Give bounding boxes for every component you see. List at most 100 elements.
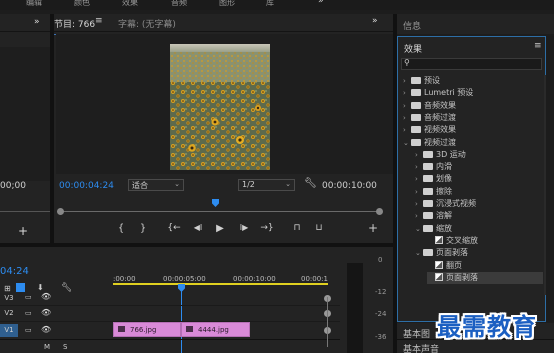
tab-program[interactable]: 节目: 766 [54, 17, 95, 30]
eye-icon[interactable]: 👁︎ [41, 308, 51, 317]
menu-edit[interactable]: 编辑 [26, 0, 42, 8]
scrub-start-handle[interactable] [57, 208, 64, 215]
scrub-end-handle[interactable] [376, 208, 383, 215]
menu-library[interactable]: 库 [266, 0, 274, 8]
effects-tree-item[interactable]: › 划像 [415, 173, 452, 185]
effects-tree-item[interactable]: 交叉缩放 [427, 235, 478, 247]
timeline-playhead-line [181, 284, 182, 353]
effects-tree: › 预设 › Lumetri 预设 › 音频效果 › 音频过渡 › 视频效果 ⌄ 视频过渡 › 3D 运动… [398, 75, 545, 297]
extract-icon[interactable]: ⊔︎ [312, 223, 326, 233]
chevron-right-icon[interactable]: › [415, 188, 423, 196]
chevron-right-icon[interactable]: › [403, 114, 411, 122]
zoom-level-select[interactable]: 适合 ⌄ [128, 179, 184, 191]
snap-icon[interactable] [16, 283, 25, 292]
ruler-tick-2: 00:00:10:00 [233, 275, 276, 283]
solo-button[interactable]: S [63, 343, 67, 351]
lift-icon[interactable]: ⊓︎ [290, 223, 304, 233]
eye-icon[interactable]: 👁︎ [41, 325, 51, 334]
menu-color[interactable]: 颜色 [74, 0, 90, 8]
chevron-right-icon[interactable]: › [403, 102, 411, 110]
effects-tree-item[interactable]: › 预设 [403, 75, 440, 87]
effects-title[interactable]: 效果 [404, 42, 422, 55]
track-output-icon[interactable]: ▭ [25, 293, 32, 301]
program-add-button[interactable]: + [366, 221, 380, 235]
effects-tree-item[interactable]: › 沉浸式视频 [415, 198, 476, 210]
effects-tree-item[interactable]: › 3D 运动 [415, 149, 466, 161]
search-icon: ⚲ [404, 58, 410, 67]
track-output-icon[interactable]: ▭ [25, 326, 32, 334]
wrench-icon[interactable]: 🔧︎ [61, 283, 72, 293]
chevron-right-icon[interactable]: › [415, 175, 423, 183]
track-v3-label[interactable]: V3 [0, 292, 18, 305]
track-v1-label[interactable]: V1 [0, 324, 18, 337]
clip-4444[interactable]: 4444.jpg [181, 322, 250, 337]
program-current-timecode[interactable]: 00:00:04:24 [59, 181, 114, 191]
tab-menu-icon[interactable]: ≡ [95, 16, 103, 26]
chevron-right-icon[interactable]: › [403, 89, 411, 97]
chevron-right-icon[interactable]: › [403, 126, 411, 134]
chevron-right-icon[interactable]: › [403, 77, 411, 85]
mute-button[interactable]: M [44, 343, 50, 351]
clip-766[interactable]: 766.jpg [113, 322, 181, 337]
timeline-panel: 04:24 :00:00 00:00:05:00 00:00:10:00 00:… [0, 247, 340, 353]
vertical-scrollbar[interactable] [327, 297, 328, 347]
effects-panel: 效果 ≡ ⚲ › 预设 › Lumetri 预设 › 音频效果 › 音频过渡 › 视频效果 ⌄ 视频过… [397, 36, 546, 322]
eye-icon[interactable]: 👁︎ [41, 292, 51, 301]
go-to-out-button[interactable]: →} [260, 223, 274, 233]
wrench-icon[interactable]: 🔧︎ [304, 178, 317, 189]
folder-icon [423, 224, 433, 232]
more-workspaces-icon[interactable]: » [318, 0, 324, 6]
clip-name: 766.jpg [130, 326, 157, 334]
effects-tree-item[interactable]: › 内滑 [415, 161, 452, 173]
transition-icon [435, 260, 443, 269]
chevron-right-icon[interactable]: › [415, 151, 423, 159]
chevron-down-icon[interactable]: ⌄ [415, 249, 423, 257]
chevron-down-icon: ⌄ [174, 180, 180, 188]
timeline-timecode[interactable]: 04:24 [0, 266, 29, 277]
source-add-button[interactable]: + [18, 224, 28, 238]
chevron-right-icon[interactable]: › [415, 212, 423, 220]
sunflower-field-image [170, 44, 270, 170]
effects-tree-item[interactable]: › 溶解 [415, 210, 452, 222]
play-button[interactable]: ▶ [213, 223, 227, 234]
source-scrub-bar[interactable] [0, 211, 50, 212]
effects-tree-item[interactable]: ⌄ 视频过渡 [403, 137, 456, 149]
track-output-icon[interactable]: ▭ [25, 309, 32, 317]
chevron-right-icon[interactable]: › [415, 200, 423, 208]
effects-tree-item[interactable]: 页面剥落 [427, 271, 543, 284]
tab-captions[interactable]: 字幕: (无字幕) [118, 17, 176, 30]
panel-menu-icon[interactable]: ≡ [534, 41, 542, 51]
effects-tree-item[interactable]: › 音频效果 [403, 100, 456, 112]
overflow-icon[interactable]: » [372, 16, 378, 26]
effects-tree-item[interactable]: 翻页 [427, 260, 462, 272]
chevron-down-icon[interactable]: ⌄ [403, 139, 411, 147]
step-forward-button[interactable]: I▶ [237, 223, 251, 232]
resolution-select[interactable]: 1/2 ⌄ [238, 179, 295, 191]
source-viewer [0, 47, 50, 181]
effects-tree-item[interactable]: ⌄ 缩放 [415, 223, 452, 235]
track-divider [0, 339, 340, 340]
menu-audio[interactable]: 音频 [171, 0, 187, 8]
effects-tree-item[interactable]: ⌄ 页面剥落 [415, 247, 468, 259]
work-area-bar[interactable] [113, 283, 328, 285]
mark-in-button[interactable]: { [114, 223, 128, 234]
tab-info[interactable]: 信息 [403, 19, 421, 32]
step-back-button[interactable]: ◀I [191, 223, 205, 232]
mark-out-button[interactable]: } [136, 223, 150, 234]
program-scrub-bar[interactable] [57, 211, 382, 212]
chevron-right-icon[interactable]: › [415, 163, 423, 171]
effects-search-input[interactable]: ⚲ [401, 58, 542, 70]
effects-tree-item[interactable]: › 视频效果 [403, 124, 456, 136]
tab-essential-sound[interactable]: 基本声音 [403, 342, 439, 353]
timeline-playhead[interactable] [178, 284, 185, 292]
chevron-down-icon[interactable]: ⌄ [415, 225, 423, 233]
track-v2-label[interactable]: V2 [0, 307, 18, 320]
effects-tree-item[interactable]: › 音频过渡 [403, 112, 456, 124]
menu-effects[interactable]: 效果 [122, 0, 138, 8]
go-to-in-button[interactable]: {← [167, 223, 181, 233]
overflow-icon[interactable]: » [34, 17, 40, 27]
marker-icon[interactable]: ⬇︎ [37, 283, 44, 292]
effects-tree-item[interactable]: › 擦除 [415, 186, 452, 198]
effects-tree-item[interactable]: › Lumetri 预设 [403, 87, 473, 99]
menu-graphics[interactable]: 图形 [219, 0, 235, 8]
